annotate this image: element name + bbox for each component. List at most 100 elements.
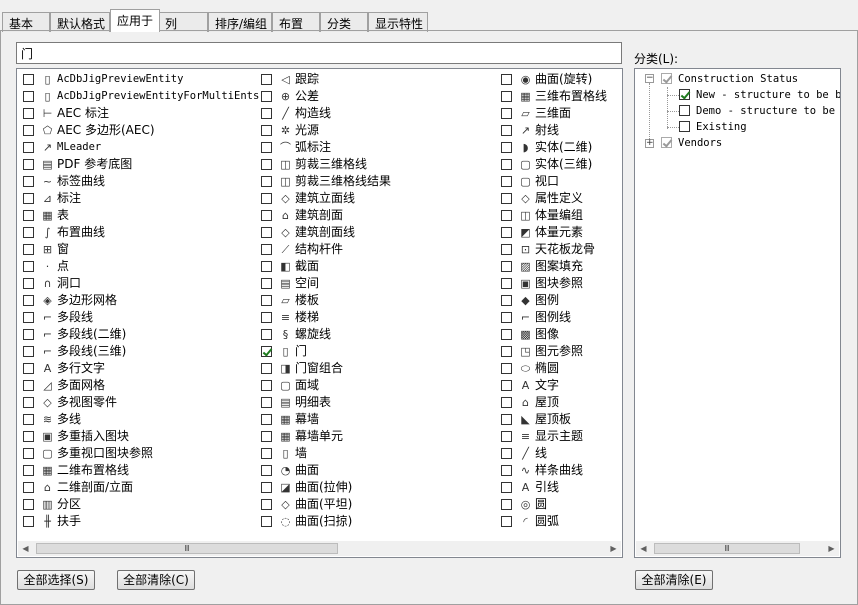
list-item[interactable]: ∩ 洞口 (19, 275, 259, 292)
checkbox[interactable] (261, 363, 272, 374)
checkbox[interactable] (23, 159, 34, 170)
list-item[interactable]: ▨ 图案填充 (497, 258, 622, 275)
list-item[interactable]: ◫ 剪裁三维格线结果 (257, 173, 497, 190)
list-item[interactable]: ✲ 光源 (257, 122, 497, 139)
checkbox[interactable] (261, 159, 272, 170)
clear-all-category-button[interactable]: 全部清除(E) (635, 570, 713, 590)
checkbox[interactable] (23, 227, 34, 238)
list-item[interactable]: ◉ 曲面(旋转) (497, 71, 622, 88)
checkbox[interactable] (501, 295, 512, 306)
checkbox[interactable] (23, 448, 34, 459)
list-item[interactable]: ◿ 多面网格 (19, 377, 259, 394)
list-item[interactable]: ~ 标签曲线 (19, 173, 259, 190)
tab-applies-to[interactable]: 应用于 (110, 9, 160, 32)
checkbox[interactable] (501, 176, 512, 187)
list-item[interactable]: ╫ 扶手 (19, 513, 259, 530)
tab-display-properties[interactable]: 显示特性 (368, 12, 428, 32)
filter-input[interactable]: 门 (16, 42, 622, 64)
checkbox[interactable] (261, 516, 272, 527)
list-item[interactable]: ▦ 三维布置格线 (497, 88, 622, 105)
checkbox[interactable] (501, 516, 512, 527)
list-item[interactable]: ▢ 实体(三维) (497, 156, 622, 173)
checkbox[interactable] (23, 397, 34, 408)
list-item[interactable]: § 螺旋线 (257, 326, 497, 343)
checkbox[interactable] (501, 397, 512, 408)
checkbox[interactable] (23, 482, 34, 493)
category-horizontal-scrollbar[interactable]: ◀ Ⅲ ▶ (636, 541, 839, 556)
checkbox[interactable] (23, 516, 34, 527)
checkbox[interactable] (23, 380, 34, 391)
checkbox[interactable] (261, 227, 272, 238)
checkbox[interactable] (23, 210, 34, 221)
checkbox[interactable] (261, 261, 272, 272)
checkbox[interactable] (23, 261, 34, 272)
list-item[interactable]: ▤ 明细表 (257, 394, 497, 411)
checkbox[interactable] (501, 227, 512, 238)
list-item[interactable]: ▦ 二维布置格线 (19, 462, 259, 479)
checkbox[interactable] (501, 74, 512, 85)
list-item[interactable]: ↗ 射线 (497, 122, 622, 139)
list-item[interactable]: ⌐ 多段线(二维) (19, 326, 259, 343)
checkbox[interactable] (23, 329, 34, 340)
checkbox[interactable] (261, 295, 272, 306)
scroll-thumb[interactable]: Ⅲ (36, 543, 338, 554)
checkbox[interactable] (501, 431, 512, 442)
list-item[interactable]: ◈ 多边形网格 (19, 292, 259, 309)
checkbox[interactable] (23, 176, 34, 187)
checkbox[interactable] (23, 465, 34, 476)
list-item[interactable]: ▱ 三维面 (497, 105, 622, 122)
checkbox[interactable] (261, 346, 272, 357)
list-item[interactable]: A 多行文字 (19, 360, 259, 377)
list-item[interactable]: ◗ 实体(二维) (497, 139, 622, 156)
list-item[interactable]: ⌐ 图例线 (497, 309, 622, 326)
checkbox[interactable] (23, 91, 34, 102)
list-item[interactable]: ⟋ 结构杆件 (257, 241, 497, 258)
object-type-list[interactable]: ▯ AcDbJigPreviewEntity ▯ AcDbJigPreviewEnti… (16, 68, 623, 558)
category-tree[interactable]: − Construction Status New - structure to… (634, 68, 841, 558)
list-item[interactable]: ▦ 幕墙单元 (257, 428, 497, 445)
checkbox[interactable] (261, 142, 272, 153)
checkbox[interactable] (501, 414, 512, 425)
checkbox[interactable] (261, 397, 272, 408)
list-item[interactable]: ▯ 墙 (257, 445, 497, 462)
checkbox[interactable] (261, 312, 272, 323)
list-item[interactable]: ▢ 多重视口图块参照 (19, 445, 259, 462)
list-item[interactable]: ◌ 曲面(扫掠) (257, 513, 497, 530)
list-item[interactable]: ⊢ AEC 标注 (19, 105, 259, 122)
checkbox[interactable] (679, 105, 690, 116)
checkbox[interactable] (23, 312, 34, 323)
checkbox[interactable] (261, 465, 272, 476)
list-item[interactable]: ◣ 屋顶板 (497, 411, 622, 428)
checkbox[interactable] (23, 346, 34, 357)
list-item[interactable]: ◁ 跟踪 (257, 71, 497, 88)
checkbox[interactable] (261, 91, 272, 102)
checkbox[interactable] (501, 380, 512, 391)
tab-classification[interactable]: 分类 (320, 12, 368, 32)
checkbox[interactable] (23, 125, 34, 136)
checkbox[interactable] (261, 482, 272, 493)
checkbox[interactable] (261, 108, 272, 119)
checkbox[interactable] (23, 193, 34, 204)
checkbox[interactable] (501, 482, 512, 493)
list-item[interactable]: ⌐ 多段线 (19, 309, 259, 326)
checkbox[interactable] (23, 499, 34, 510)
list-item[interactable]: ▣ 图块参照 (497, 275, 622, 292)
checkbox[interactable] (501, 312, 512, 323)
list-item[interactable]: ▥ 分区 (19, 496, 259, 513)
list-item[interactable]: ▱ 楼板 (257, 292, 497, 309)
checkbox[interactable] (501, 210, 512, 221)
list-item[interactable]: ◫ 体量编组 (497, 207, 622, 224)
checkbox[interactable] (501, 329, 512, 340)
checkbox[interactable] (261, 244, 272, 255)
checkbox[interactable] (261, 74, 272, 85)
list-item[interactable]: ◇ 曲面(平坦) (257, 496, 497, 513)
list-item[interactable]: ▢ 视口 (497, 173, 622, 190)
scroll-left-arrow[interactable]: ◀ (18, 541, 33, 556)
list-item[interactable]: ╱ 构造线 (257, 105, 497, 122)
list-item[interactable]: ⌐ 多段线(三维) (19, 343, 259, 360)
checkbox[interactable] (501, 108, 512, 119)
list-item[interactable]: ◜ 圆弧 (497, 513, 622, 530)
list-item[interactable]: ∫ 布置曲线 (19, 224, 259, 241)
checkbox[interactable] (23, 431, 34, 442)
list-item[interactable]: ◫ 剪裁三维格线 (257, 156, 497, 173)
